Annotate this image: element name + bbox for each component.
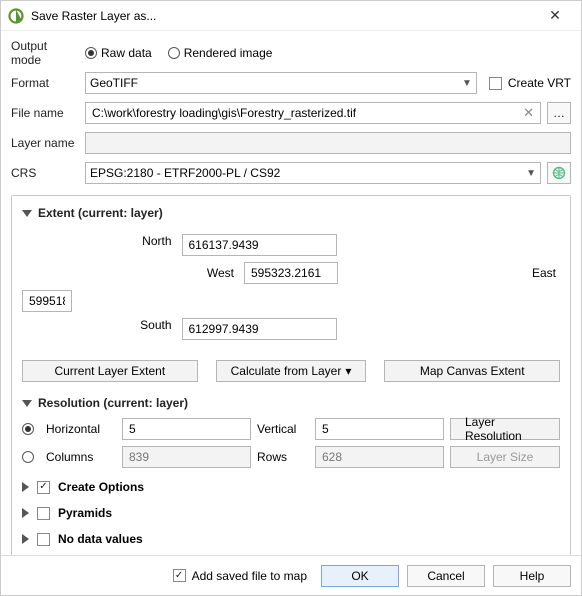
output-mode-rendered[interactable]: Rendered image xyxy=(168,46,273,60)
columns-label: Columns xyxy=(46,450,116,464)
crs-label: CRS xyxy=(11,166,79,180)
west-label: West xyxy=(78,266,238,280)
collapse-icon xyxy=(22,210,32,217)
rows-input xyxy=(315,446,444,468)
ok-button[interactable]: OK xyxy=(321,565,399,587)
layer-resolution-button[interactable]: Layer Resolution xyxy=(450,418,560,440)
clear-icon[interactable]: ✕ xyxy=(521,105,536,121)
chevron-down-icon: ▼ xyxy=(526,168,536,179)
crs-picker-button[interactable] xyxy=(547,162,571,184)
create-options-checkbox[interactable] xyxy=(37,481,50,494)
output-mode-row: Output mode Raw data Rendered image xyxy=(11,41,571,65)
east-input[interactable] xyxy=(22,290,72,312)
create-options-label: Create Options xyxy=(58,480,144,494)
resolution-grid: Horizontal Vertical Layer Resolution Col… xyxy=(22,418,560,468)
radio-icon xyxy=(168,47,180,59)
nodata-checkbox[interactable] xyxy=(37,533,50,546)
south-input[interactable] xyxy=(182,318,337,340)
filename-row: File name ✕ … xyxy=(11,101,571,125)
calculate-from-layer-button[interactable]: Calculate from Layer▾ xyxy=(216,360,367,382)
create-vrt-label: Create VRT xyxy=(508,76,571,90)
extent-title: Extent (current: layer) xyxy=(38,206,163,220)
format-row: Format GeoTIFF ▼ Create VRT xyxy=(11,71,571,95)
layername-field xyxy=(90,135,566,151)
main-groupbox: Extent (current: layer) North West East … xyxy=(11,195,571,555)
horizontal-label: Horizontal xyxy=(46,422,116,436)
extent-header[interactable]: Extent (current: layer) xyxy=(22,206,560,220)
chevron-down-icon: ▾ xyxy=(345,364,351,378)
dialog-window: Save Raster Layer as... ✕ Output mode Ra… xyxy=(0,0,582,596)
nodata-header[interactable]: No data values xyxy=(22,532,560,546)
expand-icon xyxy=(22,508,29,518)
filename-field[interactable] xyxy=(90,105,521,121)
extent-buttons: Current Layer Extent Calculate from Laye… xyxy=(22,360,560,382)
filename-label: File name xyxy=(11,106,79,120)
vertical-label: Vertical xyxy=(257,422,309,436)
window-title: Save Raster Layer as... xyxy=(31,9,535,23)
crs-row: CRS EPSG:2180 - ETRF2000-PL / CS92 ▼ xyxy=(11,161,571,185)
checkbox-icon xyxy=(489,77,502,90)
radio-icon xyxy=(85,47,97,59)
pyramids-header[interactable]: Pyramids xyxy=(22,506,560,520)
pyramids-checkbox[interactable] xyxy=(37,507,50,520)
horizontal-input[interactable] xyxy=(122,418,251,440)
rows-label: Rows xyxy=(257,450,309,464)
add-to-map-checkbox[interactable]: Add saved file to map xyxy=(173,569,307,583)
expand-icon xyxy=(22,482,29,492)
nodata-label: No data values xyxy=(58,532,143,546)
extent-grid: North West East South xyxy=(22,228,560,346)
map-canvas-extent-button[interactable]: Map Canvas Extent xyxy=(384,360,560,382)
layername-row: Layer name xyxy=(11,131,571,155)
cancel-button[interactable]: Cancel xyxy=(407,565,485,587)
collapse-icon xyxy=(22,400,32,407)
resolution-title: Resolution (current: layer) xyxy=(38,396,188,410)
north-input[interactable] xyxy=(182,234,337,256)
west-input[interactable] xyxy=(244,262,338,284)
layername-input xyxy=(85,132,571,154)
crs-value: EPSG:2180 - ETRF2000-PL / CS92 xyxy=(90,166,280,180)
filename-input[interactable]: ✕ xyxy=(85,102,541,124)
output-mode-label: Output mode xyxy=(11,39,79,67)
format-value: GeoTIFF xyxy=(90,76,138,90)
titlebar: Save Raster Layer as... ✕ xyxy=(1,1,581,31)
resolution-header[interactable]: Resolution (current: layer) xyxy=(22,396,560,410)
vertical-input[interactable] xyxy=(315,418,444,440)
output-mode-raw[interactable]: Raw data xyxy=(85,46,152,60)
format-label: Format xyxy=(11,76,79,90)
layername-label: Layer name xyxy=(11,136,79,150)
columns-input xyxy=(122,446,251,468)
app-icon xyxy=(7,7,25,25)
content-area: Output mode Raw data Rendered image Form… xyxy=(1,31,581,555)
create-options-header[interactable]: Create Options xyxy=(22,480,560,494)
browse-button[interactable]: … xyxy=(547,102,571,124)
south-label: South xyxy=(136,318,176,340)
footer: Add saved file to map OK Cancel Help xyxy=(1,555,581,595)
radio-label: Raw data xyxy=(101,46,152,60)
add-to-map-label: Add saved file to map xyxy=(192,569,307,583)
create-vrt-checkbox[interactable]: Create VRT xyxy=(489,76,571,90)
crs-select[interactable]: EPSG:2180 - ETRF2000-PL / CS92 ▼ xyxy=(85,162,541,184)
resolution-mode-horizontal-radio[interactable] xyxy=(22,423,34,435)
close-button[interactable]: ✕ xyxy=(535,2,575,30)
layer-size-button: Layer Size xyxy=(450,446,560,468)
chevron-down-icon: ▼ xyxy=(462,78,472,89)
expand-icon xyxy=(22,534,29,544)
north-label: North xyxy=(136,234,176,256)
radio-label: Rendered image xyxy=(184,46,273,60)
current-layer-extent-button[interactable]: Current Layer Extent xyxy=(22,360,198,382)
east-label: East xyxy=(400,266,560,280)
help-button[interactable]: Help xyxy=(493,565,571,587)
format-select[interactable]: GeoTIFF ▼ xyxy=(85,72,477,94)
resolution-mode-columns-radio[interactable] xyxy=(22,451,34,463)
pyramids-label: Pyramids xyxy=(58,506,112,520)
checkbox-icon xyxy=(173,569,186,582)
